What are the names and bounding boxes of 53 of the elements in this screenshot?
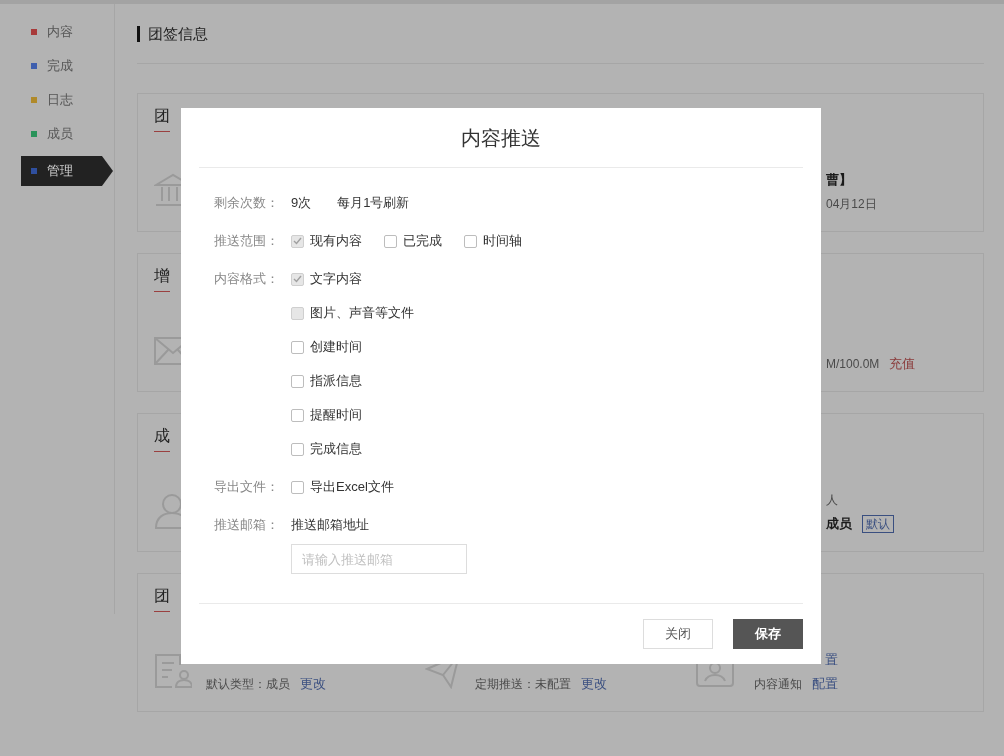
info-text: 人 [826, 492, 838, 509]
field-label: 导出文件： [214, 478, 279, 497]
checkbox-option[interactable]: 提醒时间 [291, 398, 414, 432]
check-icon [293, 237, 302, 245]
checkbox[interactable] [384, 234, 397, 248]
field-label: 推送邮箱： [214, 516, 279, 535]
card-title: 团 [154, 585, 170, 612]
close-button[interactable]: 关闭 [643, 619, 713, 649]
link[interactable]: 置 [825, 650, 838, 670]
sidebar-item[interactable]: 日志 [21, 88, 113, 112]
field-label: 剩余次数： [214, 194, 279, 213]
card-title: 团 [154, 105, 170, 132]
checkbox-option[interactable]: 已完成 [384, 224, 442, 258]
link[interactable]: 更改 [300, 674, 326, 694]
checkbox-option[interactable]: 指派信息 [291, 364, 414, 398]
info-text: 9次 [291, 194, 312, 213]
link[interactable]: 配置 [812, 674, 838, 694]
info-text: M/100.0M [826, 356, 880, 373]
info-text: 默认类型：成员 [206, 676, 290, 693]
default-tag: 默认 [862, 515, 894, 533]
checkbox-option[interactable]: 导出Excel文件 [291, 470, 394, 504]
info-text: 曹】 [826, 171, 852, 190]
sidebar-item[interactable]: 成员 [21, 122, 113, 146]
sidebar-item[interactable]: 完成 [21, 54, 113, 78]
field-label: 内容格式： [214, 270, 279, 289]
recharge-link[interactable]: 充值 [889, 354, 916, 374]
email-field[interactable]: 请输入推送邮箱 [291, 544, 467, 574]
checkbox[interactable] [291, 408, 304, 422]
info-text: 每月1号刷新 [337, 194, 410, 213]
card-title: 增 [154, 265, 170, 292]
info-text: 内容通知 [754, 676, 802, 693]
field-label: 推送范围： [214, 232, 279, 251]
form-icon [154, 653, 192, 689]
sidebar-item[interactable]: 内容 [21, 20, 113, 44]
info-text: 定期推送：未配置 [475, 676, 571, 693]
page-title: 团签信息 [137, 25, 208, 42]
checkbox-option[interactable]: 创建时间 [291, 330, 414, 364]
checkbox[interactable] [464, 234, 477, 248]
save-button[interactable]: 保存 [733, 619, 803, 649]
checkbox-option[interactable]: 时间轴 [464, 224, 522, 258]
link[interactable]: 更改 [581, 674, 607, 694]
checkbox[interactable] [291, 340, 304, 354]
checkbox[interactable] [291, 480, 304, 494]
checkbox[interactable] [291, 442, 304, 456]
checkbox-option[interactable]: 完成信息 [291, 432, 414, 466]
check-icon [293, 275, 302, 283]
card-title: 成 [154, 425, 170, 452]
info-text: 成员 [826, 515, 852, 534]
sidebar-item[interactable]: 管理 [21, 156, 113, 186]
checkbox[interactable] [291, 374, 304, 388]
dialog-title: 内容推送 [461, 125, 541, 151]
info-text: 04月12日 [826, 196, 877, 213]
info-text: 推送邮箱地址 [291, 516, 369, 535]
